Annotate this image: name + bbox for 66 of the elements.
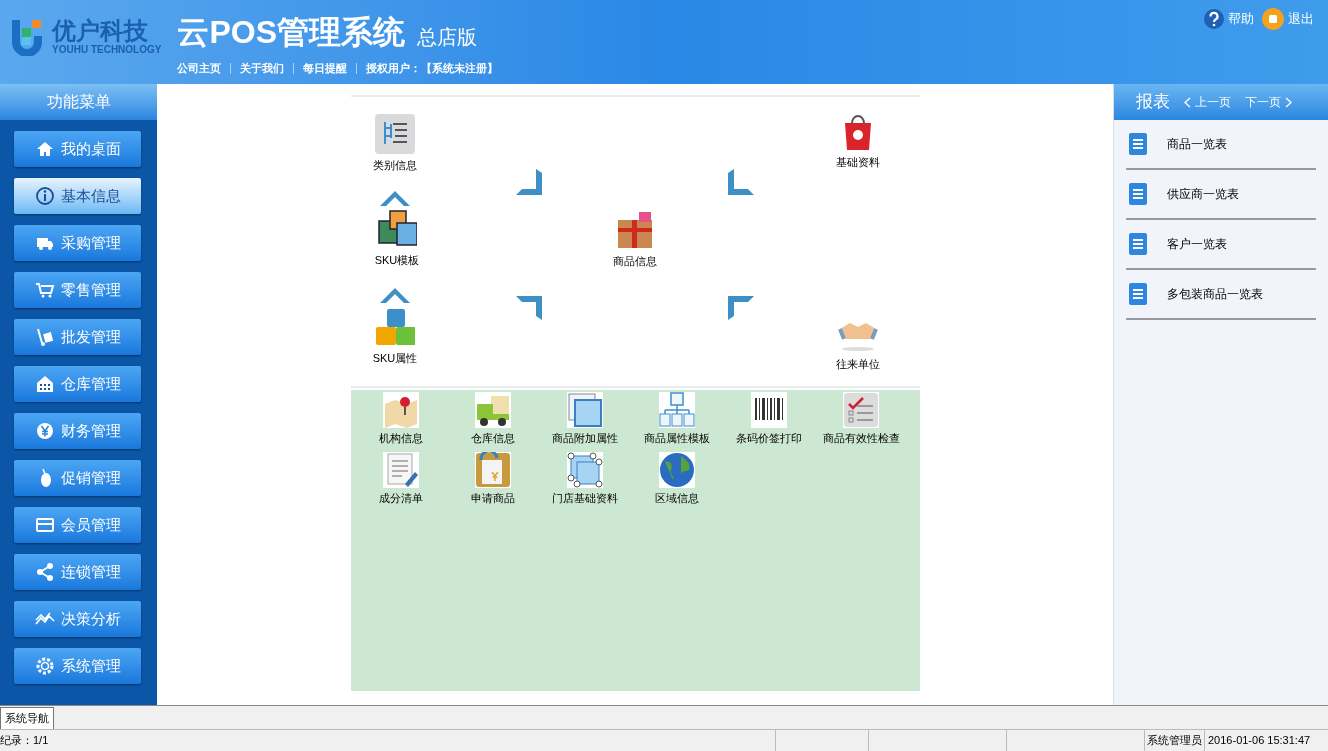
card-icon [34,515,55,535]
license-status: 【系统未注册】 [421,61,499,76]
tree-list-icon[interactable] [375,114,415,154]
node-label[interactable]: SKU属性 [372,350,418,367]
module-label[interactable]: 机构信息 [379,430,423,447]
logo-text: 优户科技 [52,19,149,43]
chevron-up-icon [380,285,410,305]
building-icon [34,374,55,394]
corner-arrow-icon [726,294,754,322]
module-label[interactable]: 成分清单 [379,490,423,507]
module-label[interactable]: 商品有效性检查 [822,430,900,447]
hierarchy-icon[interactable] [659,392,695,428]
corner-arrow-icon [516,294,544,322]
hand-truck-icon [34,327,55,347]
info-icon [34,186,55,206]
module-label[interactable]: 条码价签打印 [736,430,802,447]
report-link[interactable]: 供应商一览表 [1167,185,1239,203]
yen-icon [34,421,55,441]
edition-label: 总店版 [417,27,478,47]
module-label[interactable]: 仓库信息 [471,430,515,447]
squares-icon[interactable] [377,209,417,249]
corner-arrow-icon [516,169,544,197]
node-label[interactable]: 基础资料 [836,154,880,171]
share-icon [34,562,55,582]
module-label[interactable]: 商品属性模板 [644,430,710,447]
selection-frame-icon[interactable] [567,452,603,488]
list-document-icon [1129,183,1147,205]
status-user: 系统管理员 [1144,730,1204,751]
node-label[interactable]: 商品信息 [613,253,657,270]
report-link[interactable]: 客户一览表 [1167,235,1227,253]
module-label[interactable]: 商品附加属性 [552,430,618,447]
cart-icon [34,280,55,300]
node-label[interactable]: 往来单位 [836,356,880,373]
logo-icon [10,18,44,56]
chevron-right-icon [1285,96,1292,108]
menu-button[interactable]: 基本信息 [14,178,141,214]
module-label[interactable]: 申请商品 [471,490,515,507]
report-link[interactable]: 多包装商品一览表 [1167,285,1263,303]
chevron-left-icon [1184,96,1191,108]
gift-box-icon[interactable] [615,210,655,250]
sidebar-title: 功能菜单 [0,84,157,120]
document-form-icon[interactable] [475,452,511,488]
node-label[interactable]: 类别信息 [373,157,417,174]
chevron-up-icon [380,188,410,208]
navigation-tab[interactable]: 系统导航 [0,707,54,729]
module-label[interactable]: 门店基础资料 [552,490,618,507]
node-label[interactable]: SKU模板 [374,252,420,269]
gear-icon [34,656,55,676]
blocks-icon[interactable] [375,307,415,347]
list-document-icon [1129,233,1147,255]
window-stack-icon[interactable] [567,392,603,428]
help-icon [1204,9,1224,29]
corner-arrow-icon [726,169,754,197]
list-document-icon [1129,133,1147,155]
app-title: 云POS管理系统 [177,16,406,48]
module-label[interactable]: 区域信息 [655,490,699,507]
license-label: 授权用户： [366,61,422,76]
reports-title: 报表 [1136,91,1170,114]
logo-subtext: YOUHU TECHNOLOGY [52,45,162,55]
checklist-icon[interactable] [843,392,879,428]
globe-icon[interactable] [659,452,695,488]
list-document-icon [1129,283,1147,305]
record-count: 纪录：1/1 [0,733,50,749]
status-datetime: 2016-01-06 15:31:47 [1204,730,1314,751]
exit-icon [1262,8,1284,30]
report-link[interactable]: 商品一览表 [1167,135,1227,153]
